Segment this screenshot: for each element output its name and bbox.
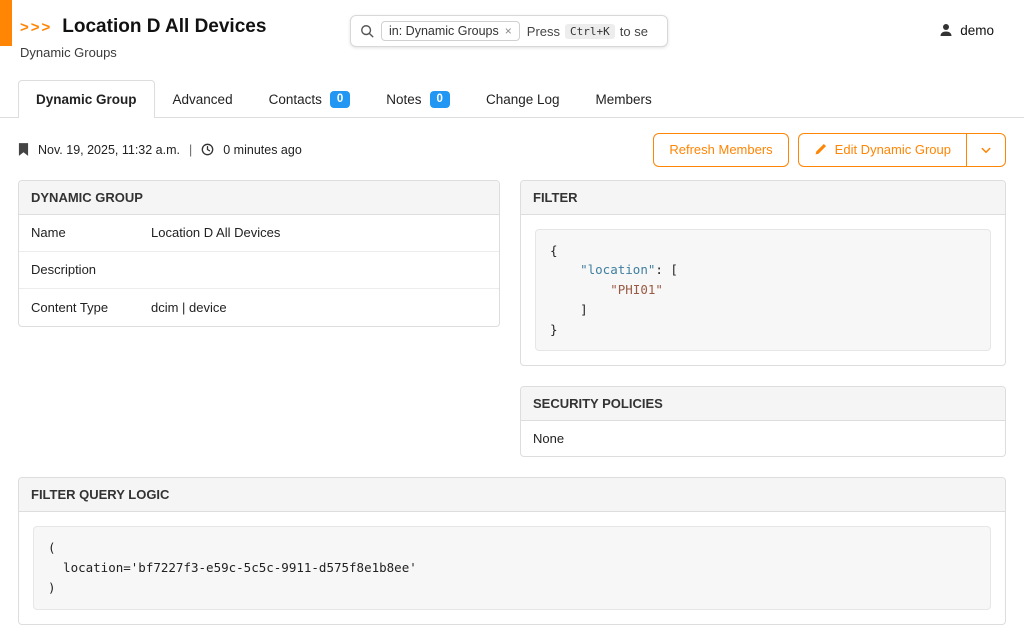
dynamic-group-panel-title: DYNAMIC GROUP <box>19 181 499 215</box>
tab-label: Notes <box>386 92 421 107</box>
tab-label: Change Log <box>486 92 560 107</box>
search-icon <box>360 24 374 38</box>
breadcrumb-dynamic-groups[interactable]: Dynamic Groups <box>20 45 117 60</box>
query-logic-code-block: ( location='bf7227f3-e59c-5c5c-9911-d575… <box>33 526 991 609</box>
topbar: >>> Location D All Devices Dynamic Group… <box>0 0 1024 80</box>
security-policies-panel: SECURITY POLICIES None <box>520 386 1006 457</box>
row-value-content-type: dcim | device <box>151 290 239 325</box>
tab-contacts[interactable]: Contacts 0 <box>251 80 369 118</box>
filter-panel: FILTER { "location": [ "PHI01" ]} <box>520 180 1006 367</box>
tab-label: Dynamic Group <box>36 92 137 107</box>
edit-dynamic-group-button[interactable]: Edit Dynamic Group <box>798 133 967 167</box>
meta-row: Nov. 19, 2025, 11:32 a.m. | 0 minutes ag… <box>0 133 1024 167</box>
table-row: Name Location D All Devices <box>19 215 499 252</box>
page-title: Location D All Devices <box>62 16 266 38</box>
chevron-down-icon <box>980 144 992 156</box>
global-search[interactable]: in: Dynamic Groups × Press Ctrl+K to se <box>350 15 668 47</box>
row-value-description <box>151 260 163 280</box>
filter-code: { "location": [ "PHI01" ]} <box>550 241 976 340</box>
search-placeholder-press: Press <box>527 24 560 39</box>
time-ago-text: 0 minutes ago <box>223 143 302 157</box>
dynamic-group-panel: DYNAMIC GROUP Name Location D All Device… <box>18 180 500 327</box>
tab-members[interactable]: Members <box>578 80 670 118</box>
filter-query-logic-panel: FILTER QUERY LOGIC ( location='bf7227f3-… <box>18 477 1006 624</box>
tab-label: Advanced <box>173 92 233 107</box>
tab-label: Members <box>596 92 652 107</box>
refresh-members-button[interactable]: Refresh Members <box>653 133 788 167</box>
search-placeholder: Press Ctrl+K to se <box>527 24 648 39</box>
edit-dynamic-group-label: Edit Dynamic Group <box>835 142 951 157</box>
search-placeholder-suffix: to se <box>620 24 648 39</box>
user-icon <box>938 22 954 38</box>
contacts-count-badge: 0 <box>330 91 350 108</box>
search-filter-tag[interactable]: in: Dynamic Groups × <box>381 21 520 41</box>
action-buttons: Refresh Members Edit Dynamic Group <box>653 133 1006 167</box>
tab-dynamic-group[interactable]: Dynamic Group <box>18 80 155 118</box>
edit-dropdown-toggle[interactable] <box>966 133 1006 167</box>
clock-icon <box>201 143 214 156</box>
bookmark-icon[interactable] <box>18 143 29 156</box>
last-updated-timestamp: Nov. 19, 2025, 11:32 a.m. <box>38 143 180 157</box>
pencil-icon <box>814 143 827 156</box>
table-row: Content Type dcim | device <box>19 289 499 326</box>
filter-panel-title: FILTER <box>521 181 1005 215</box>
refresh-members-label: Refresh Members <box>669 142 772 157</box>
query-logic-code: ( location='bf7227f3-e59c-5c5c-9911-d575… <box>48 538 976 597</box>
row-label-description: Description <box>19 252 151 287</box>
search-filter-tag-label: in: Dynamic Groups <box>389 24 499 38</box>
table-row: Description <box>19 252 499 289</box>
tab-bar: Dynamic Group Advanced Contacts0 Notes0 … <box>0 80 1024 118</box>
tab-advanced[interactable]: Advanced <box>155 80 251 118</box>
security-policies-title: SECURITY POLICIES <box>521 387 1005 421</box>
row-label-name: Name <box>19 215 151 250</box>
row-label-content-type: Content Type <box>19 290 151 325</box>
user-menu[interactable]: demo <box>938 22 994 38</box>
filter-code-block: { "location": [ "PHI01" ]} <box>535 229 991 352</box>
filter-query-logic-title: FILTER QUERY LOGIC <box>19 478 1005 512</box>
main-content: DYNAMIC GROUP Name Location D All Device… <box>0 167 1024 625</box>
edit-button-group: Edit Dynamic Group <box>798 133 1006 167</box>
tab-notes[interactable]: Notes 0 <box>368 80 468 118</box>
tab-change-log[interactable]: Change Log <box>468 80 578 118</box>
tag-close-icon[interactable]: × <box>505 25 512 37</box>
notes-count-badge: 0 <box>430 91 450 108</box>
username: demo <box>960 23 994 38</box>
security-policies-value: None <box>521 421 1005 456</box>
row-value-name: Location D All Devices <box>151 215 292 250</box>
kbd-ctrl-k: Ctrl+K <box>565 24 615 39</box>
tab-label: Contacts <box>269 92 322 107</box>
breadcrumb-chevrons-icon: >>> <box>20 19 52 36</box>
meta-separator: | <box>189 143 192 157</box>
